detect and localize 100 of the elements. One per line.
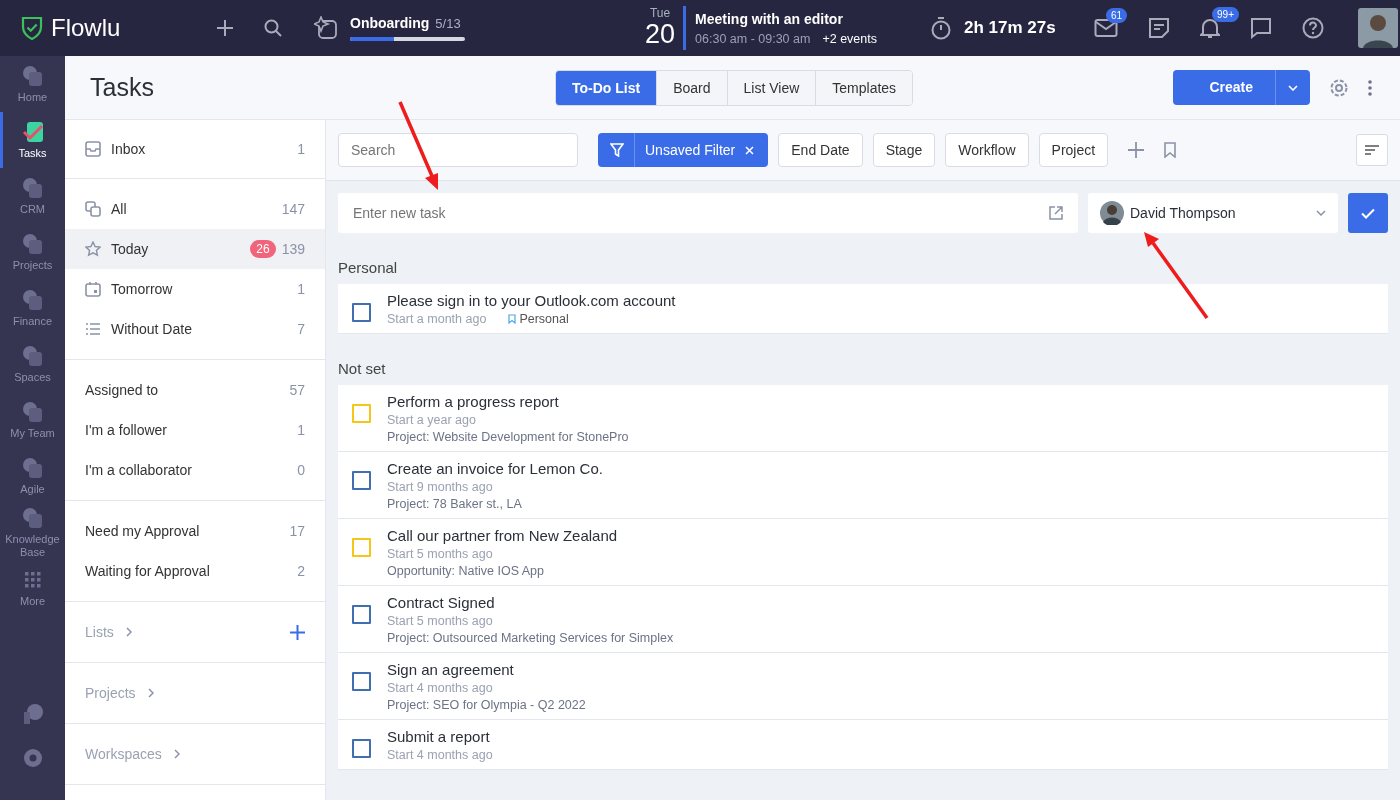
sidebar-item[interactable]: Without Date 7: [65, 309, 325, 349]
task-context: Project: SEO for Olympia - Q2 2022: [387, 698, 586, 712]
external-link-icon[interactable]: [1049, 206, 1063, 220]
start-date: Start 4 months ago: [387, 748, 493, 762]
nav-item[interactable]: Knowledge Base: [0, 504, 62, 560]
item-count: 1: [297, 422, 305, 438]
task-row[interactable]: Create an invoice for Lemon Co. Start 9 months ago Project: 78 Baker st., LA: [338, 452, 1388, 519]
item-count: 0: [297, 462, 305, 478]
sidebar-item[interactable]: Today 26 139: [65, 229, 325, 269]
checkbox[interactable]: [352, 739, 371, 758]
create-button[interactable]: Create: [1173, 70, 1310, 105]
task-context: Project: Outsourced Marketing Services for Simplex: [387, 631, 674, 645]
task-row[interactable]: Contract Signed Start 5 months ago Project: Outsourced Marketing Services for Simplex: [338, 586, 1388, 653]
nav-item[interactable]: Home: [0, 56, 62, 112]
meeting-title[interactable]: Meeting with an editor: [695, 10, 931, 27]
weekday: Tue: [649, 6, 671, 20]
stopwatch-icon[interactable]: [930, 16, 953, 40]
checkbox[interactable]: [352, 303, 371, 322]
meeting-time: 06:30 am - 09:30 am: [695, 31, 811, 46]
sidebar-item[interactable]: Tomorrow 1: [65, 269, 325, 309]
search-field[interactable]: Search: [338, 133, 578, 167]
avatar-icon: [1100, 201, 1124, 225]
task-title[interactable]: Contract Signed: [387, 594, 674, 611]
sidebar-item[interactable]: Need my Approval 17: [65, 511, 325, 551]
nav-item[interactable]: Spaces: [0, 336, 62, 392]
filter-button[interactable]: Stage: [872, 133, 936, 167]
checkbox[interactable]: [352, 404, 371, 423]
chevron-icon[interactable]: [125, 627, 132, 637]
chat-icon[interactable]: [1250, 17, 1273, 39]
start-date: Start a month ago: [387, 312, 487, 326]
sidebar-item[interactable]: Waiting for Approval 2: [65, 551, 325, 591]
more-events-link[interactable]: +2 events: [822, 31, 877, 46]
nav-item[interactable]: Projects: [0, 224, 62, 280]
start-date: Start a year ago: [387, 413, 476, 427]
checkbox[interactable]: [352, 605, 371, 624]
filter-chip[interactable]: Unsaved Filter: [598, 133, 769, 167]
task-context: Project: 78 Baker st., LA: [387, 497, 523, 511]
logo-text[interactable]: Flowlu: [51, 14, 121, 42]
bell-icon[interactable]: [1200, 17, 1221, 39]
sidebar-item[interactable]: I'm a collaborator 0: [65, 450, 325, 490]
group-title: Not set: [338, 360, 387, 379]
sidebar-item[interactable]: Assigned to 57: [65, 370, 325, 410]
sidebar-item[interactable]: All 147: [65, 189, 325, 229]
sort-icon: [1365, 145, 1379, 155]
start-date: Start 5 months ago: [387, 614, 493, 628]
checkbox[interactable]: [352, 471, 371, 490]
task-title[interactable]: Sign an agreement: [387, 661, 586, 678]
more-icon[interactable]: [1368, 79, 1372, 96]
nav-item[interactable]: More: [0, 560, 62, 616]
task-row[interactable]: Call our partner from New Zealand Start 5 months ago Opportunity: Native IOS App: [338, 519, 1388, 586]
nav-item[interactable]: Tasks: [0, 112, 62, 168]
sparkle-icon[interactable]: [314, 16, 338, 40]
note-icon[interactable]: [1148, 17, 1171, 39]
filter-button[interactable]: Project: [1038, 133, 1109, 167]
sidebar-item[interactable]: I'm a follower 1: [65, 410, 325, 450]
task-row[interactable]: Perform a progress report Start a year ago Project: Website Development for StonePro: [338, 385, 1388, 452]
filter-button[interactable]: Workflow: [945, 133, 1029, 167]
view-tab[interactable]: To-Do List: [556, 70, 658, 105]
task-title[interactable]: Please sign in to your Outlook.com account: [387, 292, 676, 309]
item-count: 139: [281, 241, 305, 257]
add-icon[interactable]: [290, 624, 305, 640]
nav-item[interactable]: CRM: [0, 168, 62, 224]
item-count: 2: [297, 563, 305, 579]
task-context: Opportunity: Native IOS App: [387, 564, 546, 578]
avatar-icon[interactable]: [1358, 8, 1399, 48]
task-tag[interactable]: Personal: [508, 312, 569, 326]
task-row[interactable]: Submit a report Start 4 months ago: [338, 720, 1388, 770]
sidebar-item[interactable]: Inbox 1: [65, 129, 325, 169]
list-icon: [85, 321, 101, 337]
help-icon[interactable]: [1302, 17, 1325, 39]
chevron-icon[interactable]: [173, 749, 180, 759]
shield-check-icon: [20, 15, 44, 41]
filter-button[interactable]: End Date: [778, 133, 863, 167]
start-date: Start 4 months ago: [387, 681, 493, 695]
assignee-select[interactable]: David Thompson: [1088, 193, 1338, 233]
bookmark-icon[interactable]: [1164, 142, 1177, 158]
task-row[interactable]: Sign an agreement Start 4 months ago Project: SEO for Olympia - Q2 2022: [338, 653, 1388, 720]
task-title[interactable]: Create an invoice for Lemon Co.: [387, 460, 603, 477]
nav-item[interactable]: Agile: [0, 448, 62, 504]
checkbox[interactable]: [352, 538, 371, 557]
close-icon[interactable]: [745, 145, 755, 155]
search-icon[interactable]: [264, 19, 282, 37]
task-title[interactable]: Submit a report: [387, 728, 493, 745]
caret-icon[interactable]: [1288, 84, 1298, 91]
nav-item[interactable]: My Team: [0, 392, 62, 448]
task-title[interactable]: Call our partner from New Zealand: [387, 527, 618, 544]
add-icon[interactable]: [216, 19, 234, 37]
new-task-field[interactable]: Enter new task: [338, 193, 1078, 233]
nav-item[interactable]: Finance: [0, 280, 62, 336]
timer: 2h 17m 27s: [964, 18, 1057, 38]
task-row[interactable]: Please sign in to your Outlook.com account Start a month ago Personal: [338, 284, 1388, 334]
onboarding-count: 5/13: [435, 16, 461, 31]
sort-button[interactable]: [1356, 134, 1388, 166]
count-badge: 26: [250, 240, 276, 258]
onboarding-label[interactable]: Onboarding: [350, 15, 430, 31]
mail-icon[interactable]: [1094, 18, 1119, 38]
task-title[interactable]: Perform a progress report: [387, 393, 629, 410]
checkbox[interactable]: [352, 672, 371, 691]
chevron-icon[interactable]: [147, 688, 154, 698]
add-icon[interactable]: [1128, 142, 1145, 158]
